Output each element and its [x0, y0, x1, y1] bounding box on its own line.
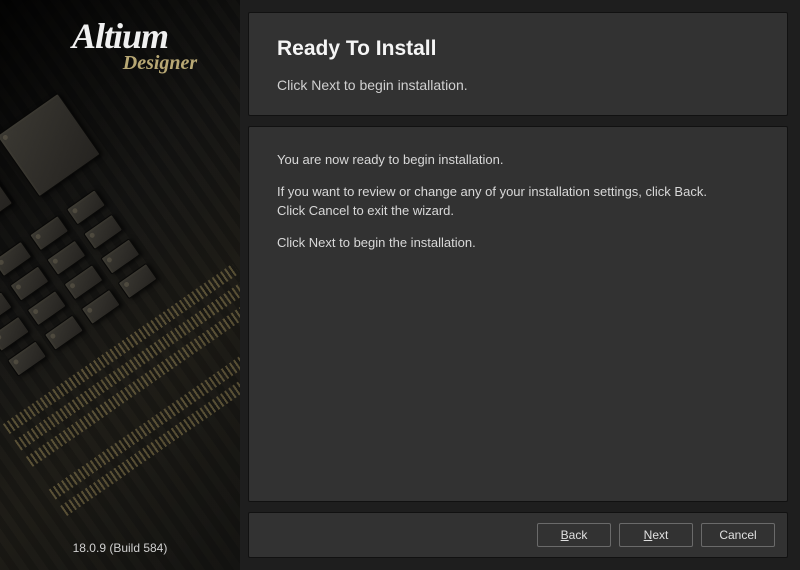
- content-line-1: You are now ready to begin installation.: [277, 151, 759, 170]
- header-panel: Ready To Install Click Next to begin ins…: [248, 12, 788, 116]
- content-line-2: If you want to review or change any of y…: [277, 183, 759, 221]
- content-line-4: Click Next to begin the installation.: [277, 234, 759, 253]
- back-button[interactable]: Back: [537, 523, 611, 547]
- product-logo: Altium Designer: [0, 18, 240, 75]
- page-subtitle: Click Next to begin installation.: [277, 77, 759, 93]
- main-area: Ready To Install Click Next to begin ins…: [240, 0, 800, 570]
- next-button[interactable]: Next: [619, 523, 693, 547]
- content-panel: You are now ready to begin installation.…: [248, 126, 788, 502]
- cancel-button[interactable]: Cancel: [701, 523, 775, 547]
- footer-panel: Back Next Cancel: [248, 512, 788, 558]
- sidebar-branding-panel: Altium Designer 18.0.9 (Build 584): [0, 0, 240, 570]
- version-label: 18.0.9 (Build 584): [0, 541, 240, 555]
- logo-main-text: Altium: [0, 18, 240, 54]
- page-title: Ready To Install: [277, 37, 759, 61]
